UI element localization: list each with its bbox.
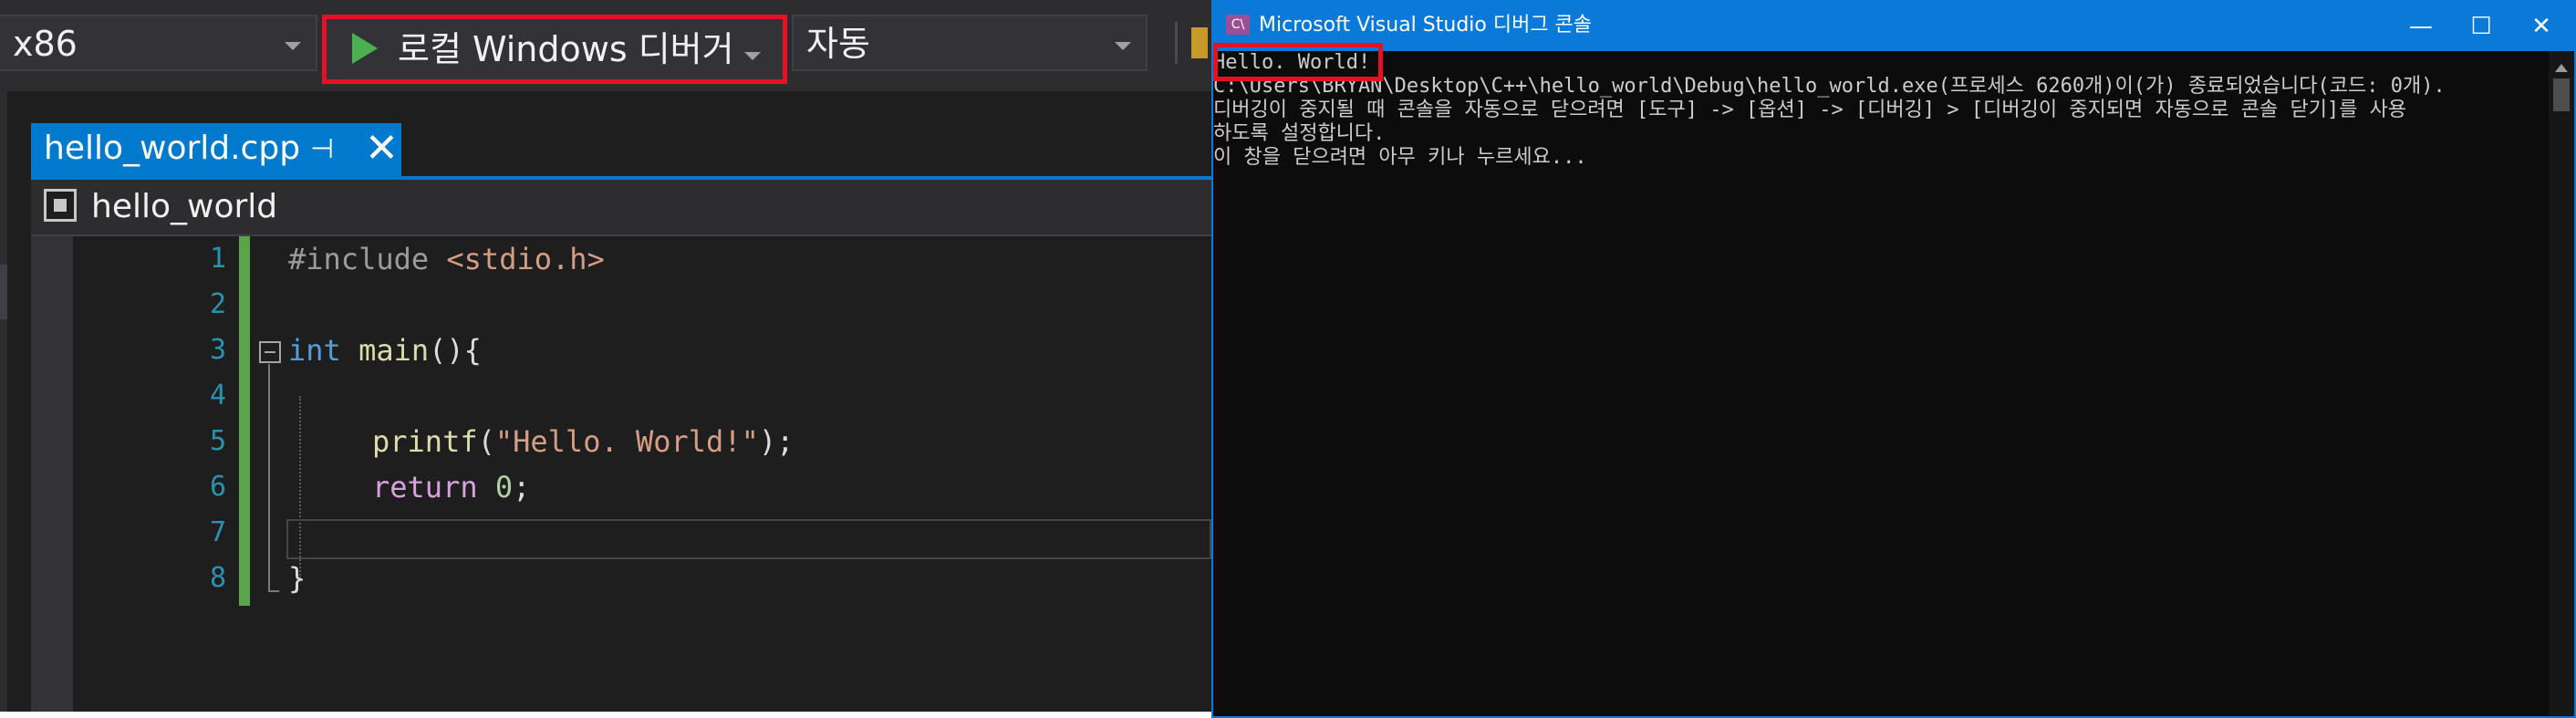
outline-line-end (268, 590, 279, 592)
console-app-icon: C\ (1226, 15, 1250, 35)
code-token: main (340, 333, 430, 368)
toolbar-tool-icon[interactable] (1191, 27, 1208, 58)
line-number: 5 (209, 425, 226, 457)
close-icon[interactable]: ✕ (365, 125, 399, 172)
code-token: (){ (429, 333, 482, 368)
chevron-down-icon (1115, 42, 1131, 50)
code-line-3: int main(){ (288, 328, 482, 373)
maximize-button[interactable]: ☐ (2454, 5, 2508, 47)
code-token: return (372, 470, 478, 505)
debugger-label: 로컬 Windows 디버거 (398, 29, 734, 69)
line-number: 3 (209, 334, 226, 366)
start-debugger-button[interactable]: 로컬 Windows 디버거 (322, 15, 787, 84)
line-number: 8 (209, 562, 226, 594)
collapse-icon[interactable] (259, 341, 281, 363)
toolbar: x86 로컬 Windows 디버거 자동 (0, 0, 1211, 91)
code-line-1: #include <stdio.h> (288, 236, 605, 282)
scroll-up-icon[interactable] (2555, 64, 2568, 72)
console-scrollbar[interactable] (2549, 51, 2574, 716)
debug-console-window: C\ Microsoft Visual Studio 디버그 콘솔 — ☐ ✕ … (1211, 0, 2576, 718)
scope-label: hello_world (91, 188, 278, 225)
chevron-down-icon (285, 42, 301, 50)
code-token: } (288, 561, 306, 596)
code-token: ( (477, 424, 495, 459)
scope-navigation-bar[interactable]: hello_world (31, 180, 1211, 236)
tool-strip-tab[interactable] (0, 265, 7, 319)
line-number: 4 (209, 380, 226, 411)
minimize-button[interactable]: — (2394, 5, 2448, 47)
code-token: 0 (477, 470, 514, 505)
left-tool-strip (0, 91, 7, 718)
tab-hello-world-cpp[interactable]: hello_world.cpp ⊣ ✕ (31, 123, 401, 176)
outline-line (268, 364, 270, 590)
configuration-value: 자동 (806, 24, 870, 64)
configuration-dropdown[interactable]: 자동 (792, 15, 1148, 71)
chevron-down-icon[interactable] (744, 52, 761, 60)
pin-icon[interactable]: ⊣ (310, 134, 334, 165)
console-title-bar[interactable]: C\ Microsoft Visual Studio 디버그 콘솔 — ☐ ✕ (1213, 2, 2574, 51)
code-line-6: return 0; (372, 464, 530, 510)
console-output-line: 하도록 설정합니다. (1213, 122, 1386, 145)
line-number: 6 (209, 471, 226, 503)
line-number: 2 (209, 288, 226, 320)
visual-studio-window: x86 로컬 Windows 디버거 자동 hello_world.cpp ⊣ … (0, 0, 1211, 718)
current-line-highlight (286, 519, 1211, 559)
line-number: 7 (209, 516, 226, 548)
console-output-line: 이 창을 닫으려면 아무 키나 누르세요... (1213, 146, 1587, 169)
code-token: ; (513, 470, 531, 505)
toolbar-separator (1175, 22, 1178, 64)
code-token: printf (372, 424, 478, 459)
platform-dropdown[interactable]: x86 (0, 15, 317, 71)
code-token: <stdio.h> (429, 242, 605, 276)
code-token: #include (288, 242, 430, 276)
platform-value: x86 (13, 24, 78, 64)
change-tracking-bar (239, 236, 250, 606)
scrollbar-thumb[interactable] (2553, 78, 2570, 111)
line-number-gutter: 1 2 3 4 5 6 7 8 (80, 236, 226, 718)
tab-label: hello_world.cpp (44, 130, 301, 167)
project-scope-icon (44, 189, 77, 222)
panel-bottom-edge (0, 712, 1211, 718)
console-output-line: C:\Users\BRYAN\Desktop\C++\hello_world\D… (1213, 75, 2446, 98)
console-output-line: 디버깅이 중지될 때 콘솔을 자동으로 닫으려면 [도구] -> [옵션] ->… (1213, 99, 2407, 121)
line-number: 1 (209, 243, 226, 275)
code-token: "Hello. World!" (494, 424, 759, 459)
editor-margin (31, 236, 73, 718)
code-editor[interactable]: 1 2 3 4 5 6 7 8 #include <stdio.h> int m… (31, 236, 1211, 718)
console-title: Microsoft Visual Studio 디버그 콘솔 (1259, 14, 1593, 36)
play-icon (352, 33, 378, 64)
close-button[interactable]: ✕ (2514, 5, 2569, 47)
output-highlight-box (1213, 43, 1383, 81)
code-line-5: printf("Hello. World!"); (372, 419, 794, 464)
code-token: ); (758, 424, 795, 459)
code-token: int (288, 333, 341, 368)
code-line-8: } (288, 556, 306, 601)
